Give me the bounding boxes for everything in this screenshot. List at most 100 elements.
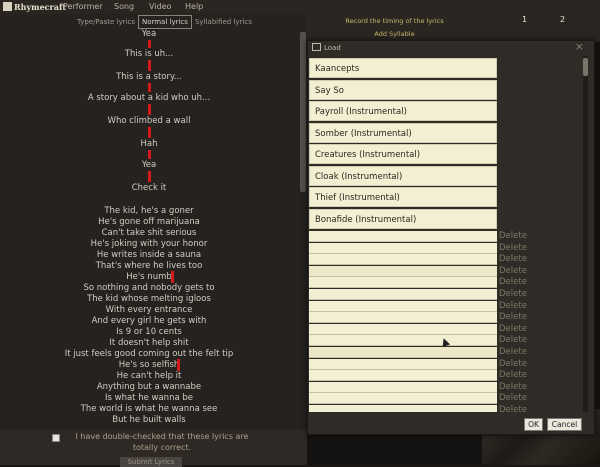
timing-header: Record the timing of the lyrics Add Syll…: [307, 14, 600, 42]
song-row[interactable]: Thief (Instrumental): [308, 187, 580, 207]
tab-syllabified-lyrics[interactable]: Syllabified lyrics: [192, 16, 255, 28]
song-name[interactable]: Payroll (Instrumental): [309, 101, 497, 121]
delete-link[interactable]: Delete: [499, 277, 527, 287]
empty-song-field[interactable]: [309, 405, 497, 412]
song-row[interactable]: Say So: [308, 80, 580, 100]
menu-performer[interactable]: Performer: [63, 0, 103, 14]
empty-song-field[interactable]: [309, 323, 497, 335]
delete-link[interactable]: Delete: [499, 266, 527, 276]
song-name[interactable]: Say So: [309, 80, 497, 100]
confirm-label: I have double-checked that these lyrics …: [75, 432, 249, 452]
ok-button[interactable]: OK: [524, 418, 543, 431]
song-name[interactable]: Kaancepts: [309, 58, 497, 78]
submit-lyrics-button[interactable]: Submit Lyrics: [120, 457, 182, 467]
empty-song-field[interactable]: [309, 231, 497, 242]
delete-link[interactable]: Delete: [499, 382, 527, 392]
beat-marker[interactable]: [148, 104, 151, 115]
empty-song-row: Delete: [308, 231, 580, 242]
song-row[interactable]: Somber (Instrumental): [308, 123, 580, 143]
empty-song-field[interactable]: [309, 370, 497, 382]
lyric-line: Who climbed a wall: [107, 116, 191, 126]
delete-link[interactable]: Delete: [499, 359, 527, 369]
empty-song-row: Delete: [308, 300, 580, 312]
lyric-line: A story about a kid who uh...: [87, 93, 211, 103]
song-row[interactable]: Bonafide (Instrumental): [308, 209, 580, 229]
empty-song-row: Delete: [308, 358, 580, 370]
delete-link[interactable]: Delete: [499, 289, 527, 299]
empty-song-row: Delete: [308, 370, 580, 382]
dialog-scrollbar-track[interactable]: [583, 56, 588, 412]
empty-song-field[interactable]: [309, 265, 497, 277]
empty-song-row: Delete: [308, 242, 580, 254]
beat-marker[interactable]: [148, 83, 151, 92]
delete-link[interactable]: Delete: [499, 347, 527, 357]
empty-song-field[interactable]: [309, 277, 497, 289]
delete-link[interactable]: Delete: [499, 370, 527, 380]
lyric-line: This is a story...: [116, 72, 182, 82]
dialog-scrollbar-thumb[interactable]: [583, 58, 588, 76]
delete-link[interactable]: Delete: [499, 405, 527, 412]
song-list: Kaancepts Say So Payroll (Instrumental) Som…: [308, 56, 580, 412]
song-name[interactable]: Bonafide (Instrumental): [309, 209, 497, 229]
record-timing-label[interactable]: Record the timing of the lyrics: [307, 17, 482, 25]
beat-marker[interactable]: [148, 127, 151, 138]
beat-marker[interactable]: [148, 60, 151, 71]
empty-song-field[interactable]: [309, 335, 497, 347]
empty-song-row: Delete: [308, 265, 580, 277]
empty-song-row: Delete: [308, 254, 580, 266]
song-name[interactable]: Somber (Instrumental): [309, 123, 497, 143]
song-name[interactable]: Thief (Instrumental): [309, 187, 497, 207]
empty-song-row: Delete: [308, 277, 580, 289]
confirm-bar: I have double-checked that these lyrics …: [0, 430, 307, 467]
song-row[interactable]: Creatures (Instrumental): [308, 144, 580, 164]
delete-link[interactable]: Delete: [499, 243, 527, 253]
empty-song-row: Delete: [308, 347, 580, 358]
delete-link[interactable]: Delete: [499, 324, 527, 334]
empty-song-field[interactable]: [309, 254, 497, 266]
song-row[interactable]: Payroll (Instrumental): [308, 101, 580, 121]
empty-song-field[interactable]: [309, 300, 497, 312]
delete-link[interactable]: Delete: [499, 335, 527, 345]
lyric-line: Check it: [131, 183, 167, 193]
empty-song-field[interactable]: [309, 312, 497, 324]
column-number-1: 1: [522, 15, 528, 24]
lyric-mode-tabs: Type/Paste lyrics Normal lyrics Syllabifie…: [74, 15, 255, 29]
tab-type-paste[interactable]: Type/Paste lyrics: [74, 16, 138, 28]
song-row[interactable]: Cloak (Instrumental): [308, 166, 580, 186]
delete-link[interactable]: Delete: [499, 301, 527, 311]
lyrics-scrollbar[interactable]: [300, 32, 306, 192]
logo-text: Rhymecraft: [14, 2, 67, 12]
menu-help[interactable]: Help: [185, 0, 203, 14]
empty-song-field[interactable]: [309, 242, 497, 254]
song-row[interactable]: Kaancepts: [308, 58, 580, 78]
lyric-line: This is uh...: [124, 49, 174, 59]
empty-song-field[interactable]: [309, 381, 497, 393]
close-icon[interactable]: ×: [575, 40, 584, 53]
song-name[interactable]: Creatures (Instrumental): [309, 144, 497, 164]
add-syllable-button[interactable]: Add Syllable: [307, 30, 482, 38]
app-logo: Rhymecraft: [3, 1, 66, 13]
delete-link[interactable]: Delete: [499, 393, 527, 403]
lyric-line: Yea: [141, 29, 157, 39]
menu-video[interactable]: Video: [149, 0, 171, 14]
delete-link[interactable]: Delete: [499, 254, 527, 264]
cancel-button[interactable]: Cancel: [547, 418, 582, 431]
tab-normal-lyrics[interactable]: Normal lyrics: [137, 15, 192, 29]
confirm-checkbox[interactable]: [52, 434, 60, 442]
menu-song[interactable]: Song: [114, 0, 134, 14]
song-name[interactable]: Cloak (Instrumental): [309, 166, 497, 186]
empty-song-row: Delete: [308, 381, 580, 393]
empty-song-field[interactable]: [309, 358, 497, 370]
delete-link[interactable]: Delete: [499, 231, 527, 241]
beat-marker[interactable]: [148, 171, 151, 182]
empty-song-field[interactable]: [309, 393, 497, 405]
column-number-2: 2: [560, 15, 566, 24]
beat-marker[interactable]: [148, 40, 151, 48]
beat-marker[interactable]: [177, 359, 180, 371]
beat-marker[interactable]: [171, 271, 174, 283]
empty-song-field[interactable]: [309, 289, 497, 300]
window-icon: [312, 43, 321, 51]
delete-link[interactable]: Delete: [499, 312, 527, 322]
empty-song-field[interactable]: [309, 347, 497, 358]
beat-marker[interactable]: [148, 150, 151, 159]
